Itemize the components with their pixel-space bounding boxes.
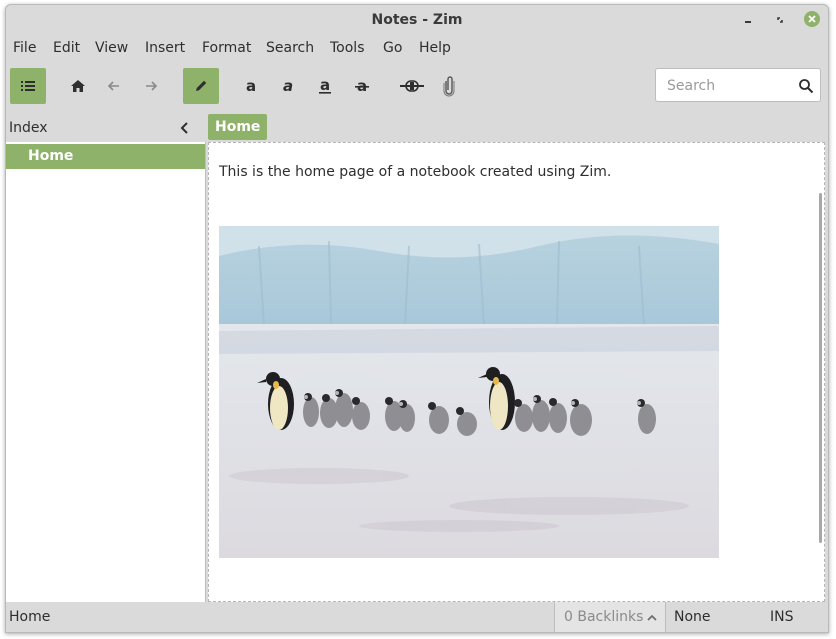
search-box[interactable] xyxy=(655,68,821,102)
path-bar: Home xyxy=(208,111,826,143)
bold-button[interactable]: a xyxy=(233,68,269,104)
home-icon xyxy=(71,80,85,92)
paperclip-icon xyxy=(443,76,455,97)
menu-format[interactable]: Format xyxy=(202,40,251,56)
menu-view[interactable]: View xyxy=(95,40,128,56)
menu-go[interactable]: Go xyxy=(383,40,402,56)
pencil-icon xyxy=(196,80,207,91)
search-input[interactable] xyxy=(665,76,789,96)
maximize-icon[interactable] xyxy=(772,12,788,28)
menu-bar: File Edit View Insert Format Search Tool… xyxy=(6,35,828,63)
minimize-icon[interactable] xyxy=(740,12,756,28)
status-insert-mode: INS xyxy=(770,609,794,625)
menu-help[interactable]: Help xyxy=(419,40,451,56)
backlinks-label: 0 Backlinks xyxy=(564,609,644,625)
index-item-home[interactable]: Home xyxy=(6,144,205,169)
backlinks-button[interactable]: 0 Backlinks xyxy=(554,602,666,632)
index-pane-header: Index xyxy=(6,111,206,143)
search-icon[interactable] xyxy=(798,78,814,94)
italic-button[interactable]: a xyxy=(270,68,306,104)
edit-mode-button[interactable] xyxy=(183,68,219,104)
menu-insert[interactable]: Insert xyxy=(145,40,185,56)
index-title: Index xyxy=(9,120,48,136)
svg-text:a: a xyxy=(246,77,256,95)
chevron-left-icon[interactable] xyxy=(178,121,192,135)
forward-button[interactable] xyxy=(133,68,169,104)
underline-button[interactable]: a xyxy=(307,68,343,104)
italic-icon: a xyxy=(283,77,293,95)
list-icon xyxy=(21,81,35,91)
app-window: Notes - Zim File Edit View Insert Format… xyxy=(5,4,829,633)
underline-icon: a xyxy=(319,77,331,94)
chevron-up-icon xyxy=(647,614,657,621)
menu-edit[interactable]: Edit xyxy=(53,40,80,56)
strikethrough-button[interactable]: a xyxy=(344,68,380,104)
menu-search[interactable]: Search xyxy=(266,40,314,56)
menu-tools[interactable]: Tools xyxy=(330,40,365,56)
arrow-left-icon xyxy=(107,81,119,91)
svg-text:a: a xyxy=(320,77,330,94)
toolbar: a a a a xyxy=(6,63,828,111)
arrow-right-icon xyxy=(146,81,158,91)
index-tree[interactable]: Home xyxy=(6,142,206,602)
svg-text:a: a xyxy=(283,77,293,95)
insert-link-button[interactable] xyxy=(394,68,430,104)
home-button[interactable] xyxy=(60,68,96,104)
index-item-label: Home xyxy=(28,148,74,164)
page-text[interactable]: This is the home page of a notebook crea… xyxy=(219,164,611,180)
penguins-photo[interactable] xyxy=(219,226,719,558)
status-bar: Home 0 Backlinks None INS xyxy=(6,602,828,632)
menu-file[interactable]: File xyxy=(13,40,36,56)
attach-file-button[interactable] xyxy=(431,68,467,104)
status-page: Home xyxy=(9,609,51,625)
toggle-index-button[interactable] xyxy=(10,68,46,104)
back-button[interactable] xyxy=(96,68,132,104)
bold-icon: a xyxy=(246,77,256,95)
link-icon xyxy=(400,80,424,92)
editor-scrollbar[interactable] xyxy=(819,193,822,543)
window-title: Notes - Zim xyxy=(371,12,463,28)
path-button-home[interactable]: Home xyxy=(208,114,268,140)
strikethrough-icon: a xyxy=(355,77,369,95)
page-editor[interactable]: This is the home page of a notebook crea… xyxy=(208,142,825,602)
title-bar[interactable]: Notes - Zim xyxy=(6,5,828,35)
close-icon[interactable] xyxy=(804,11,820,27)
status-style[interactable]: None xyxy=(674,609,711,625)
